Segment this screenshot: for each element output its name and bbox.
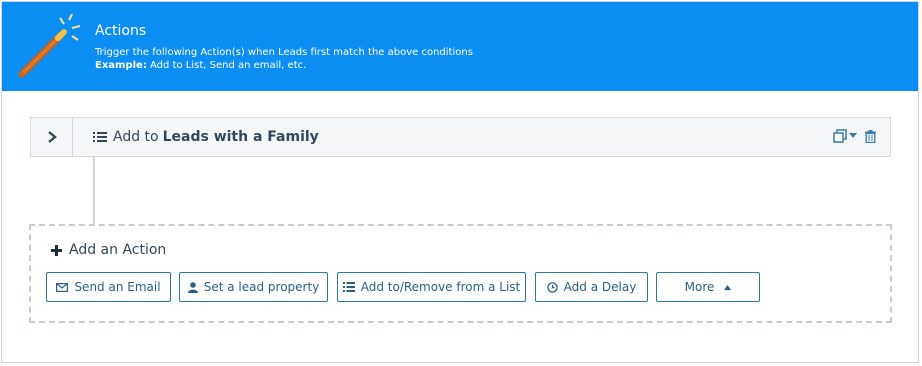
envelope-icon — [56, 282, 69, 292]
clone-dropdown[interactable] — [833, 129, 857, 143]
action-title[interactable]: Add to Leads with a Family — [93, 129, 319, 145]
add-action-label: Add an Action — [69, 242, 167, 258]
expand-button[interactable] — [31, 118, 73, 156]
actions-header: Actions Trigger the following Action(s) … — [2, 2, 918, 91]
clone-icon — [833, 129, 847, 143]
example-label: Example: — [95, 60, 147, 71]
more-label: More — [684, 280, 715, 294]
add-action-box: Add an Action Send an Email Set a lead p… — [29, 224, 892, 323]
list-icon — [93, 132, 107, 142]
magic-wand-icon — [18, 14, 81, 78]
send-email-button[interactable]: Send an Email — [46, 272, 171, 302]
trash-icon[interactable] — [865, 129, 876, 143]
chevron-right-icon — [47, 131, 57, 143]
plus-icon — [51, 244, 62, 256]
user-icon — [187, 281, 198, 293]
action-list-name: Leads with a Family — [162, 129, 319, 145]
example-text: Add to List, Send an email, etc. — [146, 60, 307, 71]
caret-up-icon — [724, 284, 732, 290]
list-icon — [342, 282, 355, 292]
add-action-title: Add an Action — [51, 242, 166, 258]
caret-down-icon — [849, 133, 857, 138]
action-prefix: Add to — [113, 129, 159, 145]
clock-icon — [546, 281, 558, 293]
more-button[interactable]: More — [656, 272, 760, 302]
add-delay-button[interactable]: Add a Delay — [535, 272, 648, 302]
flow-connector — [93, 157, 95, 224]
add-remove-list-button[interactable]: Add to/Remove from a List — [337, 272, 526, 302]
set-lead-property-button[interactable]: Set a lead property — [179, 272, 328, 302]
header-description: Trigger the following Action(s) when Lea… — [95, 47, 473, 58]
row-tools — [833, 129, 876, 143]
action-row[interactable]: Add to Leads with a Family — [30, 117, 891, 157]
set-lead-property-label: Set a lead property — [203, 280, 320, 294]
send-email-label: Send an Email — [74, 280, 161, 294]
header-example: Example: Add to List, Send an email, etc… — [95, 60, 306, 71]
add-delay-label: Add a Delay — [563, 280, 637, 294]
add-remove-list-label: Add to/Remove from a List — [360, 280, 521, 294]
header-title: Actions — [95, 23, 147, 39]
